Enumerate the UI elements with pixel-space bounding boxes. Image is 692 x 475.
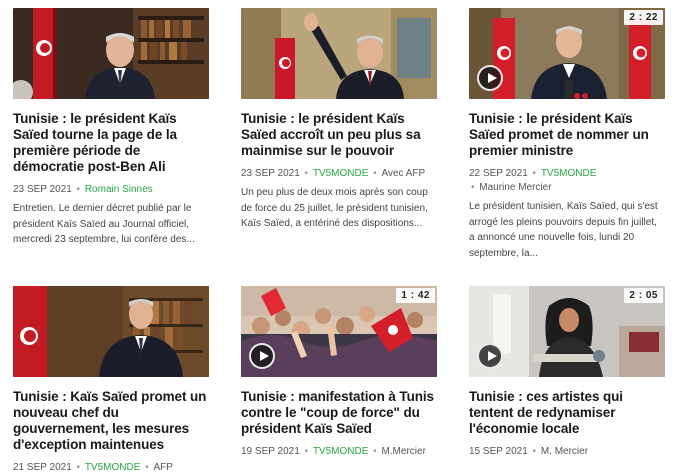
article-title[interactable]: Tunisie : le président Kaïs Saïed promet… xyxy=(469,111,665,159)
play-icon[interactable] xyxy=(249,343,275,369)
article-meta: 21 SEP 2021 • TV5MONDE • AFP xyxy=(13,462,173,473)
thumbnail-image xyxy=(241,8,437,99)
article-title[interactable]: Tunisie : manifestation à Tunis contre l… xyxy=(241,389,437,437)
article-meta: 23 SEP 2021 • TV5MONDE • Avec AFP xyxy=(241,168,426,179)
article-date: 23 SEP 2021 xyxy=(241,168,300,179)
article-card: Tunisie : le président Kaïs Saïed tourne… xyxy=(13,8,209,248)
article-meta: 23 SEP 2021 • Romain Sinnes xyxy=(13,184,153,195)
article-grid: Tunisie : le président Kaïs Saïed tourne… xyxy=(0,0,692,473)
article-card: 1 : 42 Tunisie : manifestation à Tunis c… xyxy=(241,286,437,459)
article-source[interactable]: TV5MONDE xyxy=(313,168,369,179)
article-date: 15 SEP 2021 xyxy=(469,446,528,457)
article-title[interactable]: Tunisie : Kaïs Saïed promet un nouveau c… xyxy=(13,389,209,453)
article-thumbnail[interactable]: 1 : 42 xyxy=(241,286,437,377)
article-title[interactable]: Tunisie : le président Kaïs Saïed accroî… xyxy=(241,111,437,159)
article-author: M. Mercier xyxy=(540,446,589,457)
article-author: M.Mercier xyxy=(381,446,426,457)
article-source[interactable]: TV5MONDE xyxy=(313,446,369,457)
video-duration: 2 : 22 xyxy=(624,10,663,25)
article-thumbnail[interactable] xyxy=(13,286,209,377)
article-card: Tunisie : le président Kaïs Saïed accroî… xyxy=(241,8,437,232)
article-date: 19 SEP 2021 xyxy=(241,446,300,457)
article-author: Avec AFP xyxy=(381,168,426,179)
article-title[interactable]: Tunisie : ces artistes qui tentent de re… xyxy=(469,389,665,437)
article-thumbnail[interactable]: 2 : 22 xyxy=(469,8,665,99)
article-author: Maurine Mercier xyxy=(479,182,552,193)
article-date: 21 SEP 2021 xyxy=(13,462,72,473)
article-title[interactable]: Tunisie : le président Kaïs Saïed tourne… xyxy=(13,111,209,175)
article-source[interactable]: TV5MONDE xyxy=(541,168,597,179)
article-date: 22 SEP 2021 xyxy=(469,168,528,179)
article-description: Un peu plus de deux mois après son coup … xyxy=(241,187,428,229)
play-icon[interactable] xyxy=(477,65,503,91)
article-author[interactable]: Romain Sinnes xyxy=(85,184,153,195)
video-duration: 2 : 05 xyxy=(624,288,663,303)
thumbnail-image xyxy=(13,286,209,377)
thumbnail-image xyxy=(13,8,209,99)
video-duration: 1 : 42 xyxy=(396,288,435,303)
article-author: AFP xyxy=(153,462,173,473)
article-card: 2 : 22 Tunisie : le président Kaïs Saïed… xyxy=(469,8,665,261)
article-card: Tunisie : Kaïs Saïed promet un nouveau c… xyxy=(13,286,209,475)
article-thumbnail[interactable] xyxy=(241,8,437,99)
article-description: Entretien. Le dernier décret publié par … xyxy=(13,203,195,245)
article-date: 23 SEP 2021 xyxy=(13,184,72,195)
article-meta: 15 SEP 2021 • M. Mercier xyxy=(469,446,589,457)
article-description: Le président tunisien, Kaïs Saïed, qui s… xyxy=(469,201,658,259)
article-card: 2 : 05 Tunisie : ces artistes qui tenten… xyxy=(469,286,665,459)
article-meta: 19 SEP 2021 • TV5MONDE • M.Mercier xyxy=(241,446,426,457)
article-thumbnail[interactable] xyxy=(13,8,209,99)
play-icon[interactable] xyxy=(477,343,503,369)
article-source[interactable]: TV5MONDE xyxy=(85,462,141,473)
article-meta: 22 SEP 2021 • TV5MONDE • Maurine Mercier xyxy=(469,168,597,193)
article-thumbnail[interactable]: 2 : 05 xyxy=(469,286,665,377)
